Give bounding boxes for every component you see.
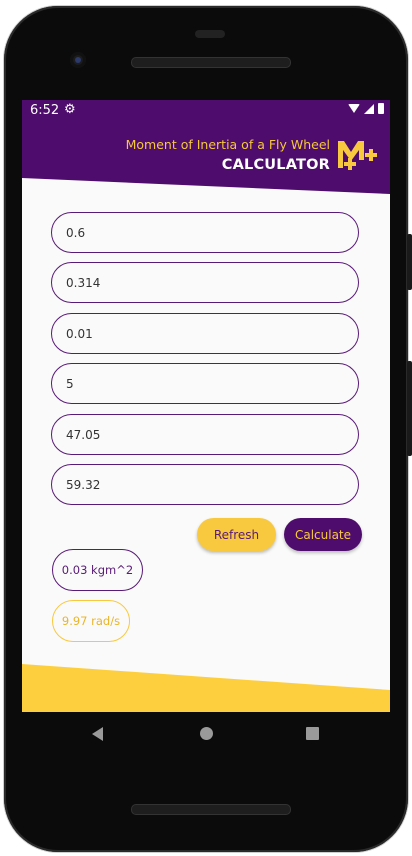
system-nav-bar [22, 712, 390, 756]
bottom-speaker-grill [131, 804, 291, 815]
app-logo-icon [338, 141, 377, 170]
input-field-6-value: 59.32 [66, 477, 101, 492]
earpiece [195, 30, 225, 38]
signal-icon [364, 103, 374, 114]
input-field-1-value: 0.6 [66, 225, 86, 240]
input-field-5[interactable]: 47.05 [51, 414, 359, 455]
input-field-1[interactable]: 0.6 [51, 212, 359, 253]
status-icons [348, 103, 384, 114]
refresh-button[interactable]: Refresh [197, 518, 276, 551]
status-time: 6:52 [30, 103, 60, 118]
recents-icon[interactable] [306, 727, 319, 740]
settings-gear-icon: ⚙ [64, 102, 76, 117]
volume-button [407, 361, 412, 456]
angular-velocity-result: 9.97 rad/s [52, 600, 130, 642]
status-bar: 6:52 ⚙ [22, 100, 390, 122]
footer-background [22, 664, 390, 712]
front-camera [70, 52, 86, 68]
inertia-result: 0.03 kgm^2 [52, 549, 143, 591]
back-icon[interactable] [92, 727, 103, 741]
input-field-2-value: 0.314 [66, 275, 101, 290]
calculate-button[interactable]: Calculate [284, 518, 362, 551]
home-icon[interactable] [200, 727, 213, 740]
wifi-icon [348, 104, 360, 113]
app-title: Moment of Inertia of a Fly Wheel [125, 137, 330, 152]
power-button [407, 234, 412, 290]
input-field-4-value: 5 [66, 376, 74, 391]
input-field-5-value: 47.05 [66, 427, 101, 442]
input-field-3-value: 0.01 [66, 326, 93, 341]
input-field-3[interactable]: 0.01 [51, 313, 359, 354]
input-field-4[interactable]: 5 [51, 363, 359, 404]
input-field-6[interactable]: 59.32 [51, 464, 359, 505]
app-screen: 6:52 ⚙ Moment of Inertia of a Fly Wheel … [22, 100, 390, 712]
battery-icon [378, 103, 384, 114]
top-speaker-grill [131, 57, 291, 68]
app-subtitle: CALCULATOR [221, 157, 330, 173]
input-field-2[interactable]: 0.314 [51, 262, 359, 303]
